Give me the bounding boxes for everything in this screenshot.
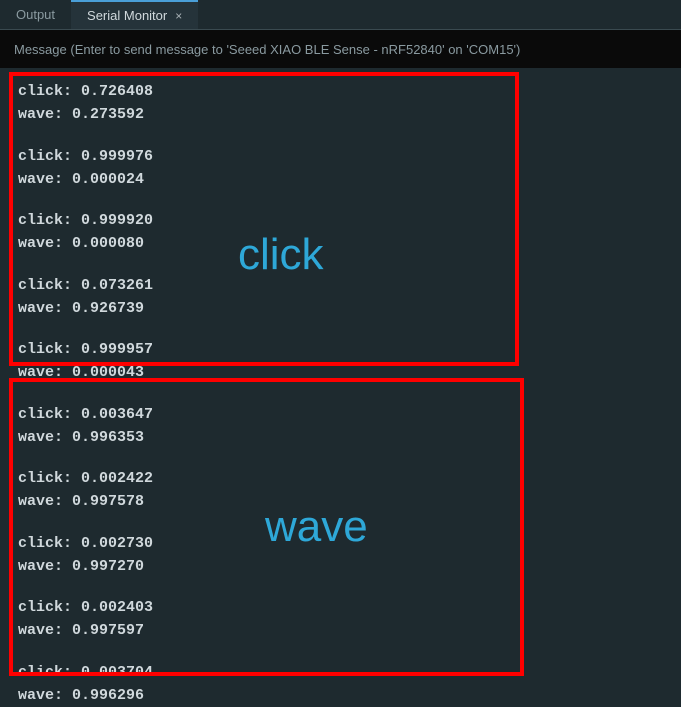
message-input-bar[interactable]: Message (Enter to send message to 'Seeed… bbox=[0, 30, 681, 68]
wave-value-line: wave: 0.997597 bbox=[18, 619, 663, 642]
wave-value-line: wave: 0.926739 bbox=[18, 297, 663, 320]
output-block: click: 0.002422wave: 0.997578 bbox=[18, 467, 663, 514]
wave-output-section: click: 0.003647wave: 0.996353click: 0.00… bbox=[18, 403, 663, 707]
output-block: click: 0.002403wave: 0.997597 bbox=[18, 596, 663, 643]
output-block: click: 0.003647wave: 0.996353 bbox=[18, 403, 663, 450]
wave-value-line: wave: 0.000080 bbox=[18, 232, 663, 255]
tab-output[interactable]: Output bbox=[0, 0, 71, 29]
click-value-line: click: 0.002422 bbox=[18, 467, 663, 490]
click-value-line: click: 0.003647 bbox=[18, 403, 663, 426]
click-value-line: click: 0.726408 bbox=[18, 80, 663, 103]
tab-serial-monitor[interactable]: Serial Monitor × bbox=[71, 0, 198, 29]
click-value-line: click: 0.999976 bbox=[18, 145, 663, 168]
serial-output-area: click: 0.726408wave: 0.273592 click: 0.99… bbox=[0, 68, 681, 700]
click-output-section: click: 0.726408wave: 0.273592 click: 0.99… bbox=[18, 80, 663, 385]
output-block: click: 0.073261wave: 0.926739 bbox=[18, 274, 663, 321]
wave-value-line: wave: 0.000024 bbox=[18, 168, 663, 191]
wave-value-line: wave: 0.996353 bbox=[18, 426, 663, 449]
click-value-line: click: 0.999957 bbox=[18, 338, 663, 361]
message-placeholder: Message (Enter to send message to 'Seeed… bbox=[14, 42, 520, 57]
wave-value-line: wave: 0.997578 bbox=[18, 490, 663, 513]
output-block: click: 0.999920wave: 0.000080 bbox=[18, 209, 663, 256]
wave-value-line: wave: 0.997270 bbox=[18, 555, 663, 578]
tab-bar: Output Serial Monitor × bbox=[0, 0, 681, 30]
wave-value-line: wave: 0.273592 bbox=[18, 103, 663, 126]
wave-value-line: wave: 0.996296 bbox=[18, 684, 663, 707]
output-block: click: 0.726408wave: 0.273592 bbox=[18, 80, 663, 127]
click-value-line: click: 0.003704 bbox=[18, 661, 663, 684]
output-block: click: 0.002730wave: 0.997270 bbox=[18, 532, 663, 579]
output-block: click: 0.999957wave: 0.000043 bbox=[18, 338, 663, 385]
close-icon[interactable]: × bbox=[175, 9, 182, 23]
tab-output-label: Output bbox=[16, 7, 55, 22]
wave-value-line: wave: 0.000043 bbox=[18, 361, 663, 384]
click-value-line: click: 0.002403 bbox=[18, 596, 663, 619]
click-value-line: click: 0.073261 bbox=[18, 274, 663, 297]
click-value-line: click: 0.002730 bbox=[18, 532, 663, 555]
tab-serial-monitor-label: Serial Monitor bbox=[87, 8, 167, 23]
output-block: click: 0.999976wave: 0.000024 bbox=[18, 145, 663, 192]
click-value-line: click: 0.999920 bbox=[18, 209, 663, 232]
output-block: click: 0.003704wave: 0.996296 bbox=[18, 661, 663, 707]
